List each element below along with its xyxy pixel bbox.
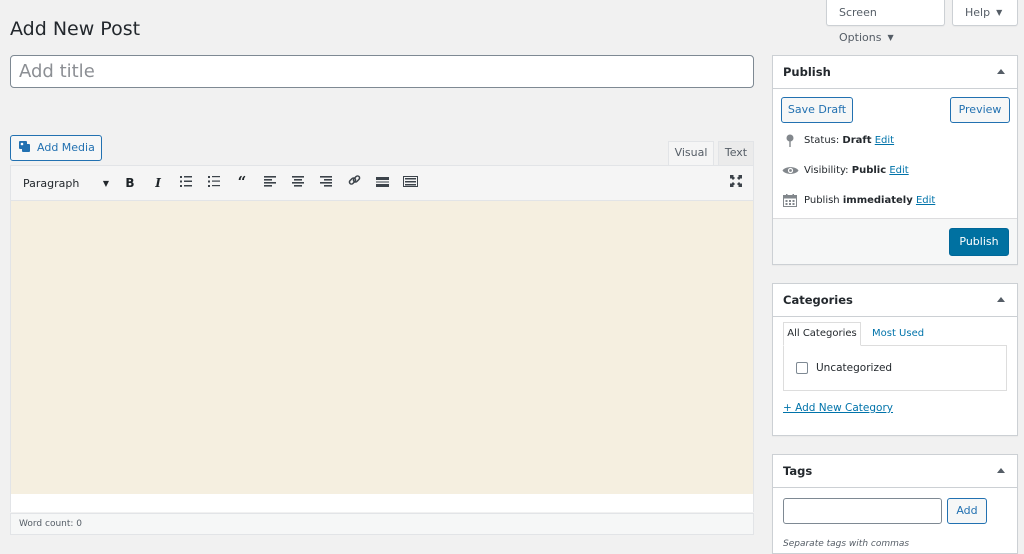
add-tag-button[interactable]: Add <box>947 498 987 524</box>
bullet-list-icon[interactable] <box>177 174 195 192</box>
editor-content-area[interactable] <box>10 201 754 494</box>
categories-box-title: Categories <box>783 293 853 307</box>
preview-button[interactable]: Preview <box>950 97 1010 123</box>
publish-schedule-value: immediately <box>842 195 913 206</box>
status-label: Status: <box>804 135 840 146</box>
edit-schedule-link[interactable]: Edit <box>916 195 935 206</box>
blockquote-icon[interactable]: “ <box>233 173 251 191</box>
bold-icon[interactable]: B <box>121 174 139 192</box>
help-label: Help <box>965 6 991 19</box>
categories-box-header[interactable]: Categories <box>773 284 1017 317</box>
screen-options-label: Screen Options <box>839 6 882 44</box>
align-left-icon[interactable] <box>261 174 279 192</box>
align-center-icon[interactable] <box>289 174 307 192</box>
page-title: Add New Post <box>10 18 141 40</box>
eye-icon <box>781 165 799 179</box>
pin-icon <box>783 134 797 150</box>
italic-icon[interactable]: I <box>149 174 167 192</box>
publish-box-header[interactable]: Publish <box>773 56 1017 89</box>
publish-schedule-label: Publish <box>804 195 840 206</box>
save-draft-button[interactable]: Save Draft <box>781 97 853 123</box>
status-value: Draft <box>842 135 872 146</box>
media-icon <box>19 137 32 152</box>
chevron-down-icon: ▼ <box>887 33 894 42</box>
editor-bottom-padding <box>10 494 754 512</box>
tab-visual[interactable]: Visual <box>668 141 714 165</box>
categories-box: Categories All Categories Most Used Unca… <box>772 283 1018 436</box>
numbered-list-icon[interactable] <box>205 174 223 192</box>
chevron-down-icon: ▼ <box>996 8 1003 17</box>
help-tab[interactable]: Help ▼ <box>952 0 1018 26</box>
add-media-button[interactable]: Add Media <box>10 135 102 161</box>
collapse-icon[interactable] <box>997 297 1005 302</box>
format-select[interactable]: Paragraph ▼ <box>17 174 115 194</box>
collapse-icon[interactable] <box>997 468 1005 473</box>
categories-list: Uncategorized <box>783 345 1007 391</box>
post-title-input[interactable]: Add title <box>10 55 754 88</box>
screen-options-tab[interactable]: Screen Options ▼ <box>826 0 945 44</box>
tags-input[interactable] <box>783 498 942 524</box>
publish-button[interactable]: Publish <box>949 228 1009 256</box>
editor-statusbar: Word count: 0 <box>10 513 754 535</box>
status-row: Status: Draft Edit <box>804 135 894 146</box>
add-media-label: Add Media <box>37 141 95 154</box>
editor-toolbar: Paragraph ▼ B I “ <box>10 165 754 201</box>
add-new-category-link[interactable]: + Add New Category <box>783 402 893 414</box>
uncategorized-checkbox[interactable] <box>796 362 808 374</box>
tab-text[interactable]: Text <box>718 141 754 165</box>
visibility-row: Visibility: Public Edit <box>804 165 909 176</box>
publish-box-title: Publish <box>783 65 831 79</box>
tags-box-header[interactable]: Tags <box>773 455 1017 488</box>
edit-visibility-link[interactable]: Edit <box>889 165 908 176</box>
category-label: Uncategorized <box>816 362 893 374</box>
align-right-icon[interactable] <box>317 174 335 192</box>
tab-all-categories[interactable]: All Categories <box>783 322 861 346</box>
fullscreen-icon[interactable] <box>727 174 745 192</box>
link-icon[interactable] <box>345 174 363 192</box>
publish-actions: Publish <box>773 218 1017 264</box>
word-count: Word count: 0 <box>19 519 83 529</box>
publish-schedule-row: Publish immediately Edit <box>804 195 935 206</box>
calendar-icon <box>782 194 798 210</box>
tags-box-title: Tags <box>783 464 813 478</box>
read-more-icon[interactable] <box>373 174 391 192</box>
edit-status-link[interactable]: Edit <box>875 135 894 146</box>
format-select-value: Paragraph <box>23 177 80 190</box>
title-placeholder: Add title <box>19 61 95 82</box>
tab-most-used[interactable]: Most Used <box>872 323 924 345</box>
collapse-icon[interactable] <box>997 69 1005 74</box>
chevron-down-icon: ▼ <box>102 179 109 188</box>
visibility-label: Visibility: <box>804 165 849 176</box>
visibility-value: Public <box>851 165 887 176</box>
tags-hint: Separate tags with commas <box>783 539 910 549</box>
toolbar-toggle-icon[interactable] <box>401 174 419 192</box>
tags-box: Tags Add Separate tags with commas <box>772 454 1018 554</box>
publish-box: Publish Save Draft Preview Status: Draft… <box>772 55 1018 265</box>
